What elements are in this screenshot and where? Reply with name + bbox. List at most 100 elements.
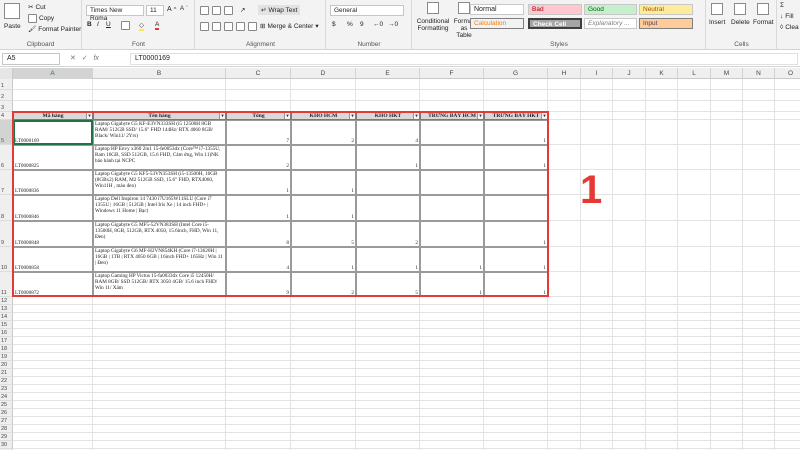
format-button[interactable]: Format	[753, 3, 774, 26]
clear-button[interactable]: ◊ Clea	[780, 24, 799, 31]
align-center-button[interactable]	[212, 22, 221, 31]
style-good[interactable]: Good	[584, 4, 637, 15]
row-header-3[interactable]: 3	[0, 101, 13, 112]
cells-area[interactable]: Mã hàng ▾ Tên hàng ▾ Tổng ▾ KHO HCM ▾ KHO HKT ▾ TR…	[12, 79, 800, 450]
table-cell-kho-hkt[interactable]: 1	[356, 247, 420, 272]
grow-font-button[interactable]: A ^	[167, 6, 176, 13]
style-neutral[interactable]: Neutral	[639, 4, 693, 15]
number-format-select[interactable]: General	[330, 5, 404, 16]
insert-button[interactable]: Insert	[709, 3, 725, 26]
column-header-f[interactable]: F	[420, 68, 484, 79]
table-cell-total[interactable]: 1	[226, 195, 291, 221]
font-color-button[interactable]: A	[155, 21, 160, 30]
row-header-13[interactable]: 13	[0, 305, 13, 313]
filter-dropdown-icon[interactable]: ▾	[349, 113, 355, 119]
borders-button[interactable]	[121, 21, 130, 30]
table-cell-total[interactable]: 8	[226, 221, 291, 247]
row-header-15[interactable]: 15	[0, 321, 13, 329]
table-cell-kho-hcm[interactable]: 5	[291, 221, 356, 247]
table-cell-code[interactable]: LT0000848	[13, 221, 93, 247]
filter-dropdown-icon[interactable]: ▾	[413, 113, 419, 119]
table-cell-code[interactable]: LT0000858	[13, 247, 93, 272]
column-header-b[interactable]: B	[93, 68, 226, 79]
row-header-20[interactable]: 20	[0, 361, 13, 369]
row-header-30[interactable]: 30	[0, 441, 13, 449]
align-right-button[interactable]	[224, 22, 233, 31]
style-bad[interactable]: Bad	[528, 4, 582, 15]
row-header-25[interactable]: 25	[0, 401, 13, 409]
cancel-icon[interactable]: ✕	[70, 55, 76, 62]
italic-button[interactable]: I	[97, 21, 99, 28]
align-top-button[interactable]	[200, 6, 209, 15]
column-header-n[interactable]: N	[743, 68, 775, 79]
table-cell-kho-hcm[interactable]	[291, 145, 356, 170]
row-header-2[interactable]: 2	[0, 90, 13, 101]
row-header-9[interactable]: 9	[0, 221, 13, 247]
table-cell-name[interactable]: Laptop HP Envy x360 2in1 15-fe0053dx (Co…	[93, 145, 226, 170]
table-cell-tb-hcm[interactable]	[420, 195, 484, 221]
comma-button[interactable]: 9	[360, 21, 364, 28]
style-explanatory[interactable]: Explanatory ...	[584, 18, 637, 29]
table-cell-kho-hkt[interactable]	[356, 170, 420, 195]
column-header-k[interactable]: K	[646, 68, 678, 79]
row-header-16[interactable]: 16	[0, 329, 13, 337]
underline-button[interactable]: U	[106, 21, 111, 28]
column-header-h[interactable]: H	[548, 68, 581, 79]
table-cell-kho-hkt[interactable]: 4	[356, 120, 420, 145]
row-header-10[interactable]: 10	[0, 247, 13, 272]
paste-button[interactable]: Paste	[4, 3, 21, 30]
row-header-14[interactable]: 14	[0, 313, 13, 321]
orientation-button[interactable]: ↗	[240, 6, 245, 14]
row-header-11[interactable]: 11	[0, 272, 13, 297]
row-header-23[interactable]: 23	[0, 385, 13, 393]
name-box[interactable]: A5	[2, 53, 60, 65]
table-cell-tb-hkt[interactable]: 1	[484, 272, 548, 297]
table-cell-tb-hkt[interactable]: 1	[484, 120, 548, 145]
table-cell-tb-hcm[interactable]	[420, 170, 484, 195]
font-family-select[interactable]: Times New Roma	[86, 5, 144, 22]
table-cell-code[interactable]: LT0000169	[13, 120, 93, 145]
fx-icon[interactable]: fx	[93, 55, 98, 62]
table-cell-code[interactable]: LT0000836	[13, 170, 93, 195]
table-cell-kho-hcm[interactable]: 2	[291, 120, 356, 145]
decrease-decimal-button[interactable]: →0	[388, 21, 398, 28]
style-check-cell[interactable]: Check Cell	[528, 18, 582, 29]
filter-dropdown-icon[interactable]: ▾	[219, 113, 225, 119]
format-painter-button[interactable]: 🖌 Format Painter	[28, 25, 81, 34]
column-header-o[interactable]: O	[775, 68, 800, 79]
table-cell-kho-hcm[interactable]: 2	[291, 272, 356, 297]
fill-button[interactable]: ↓ Fill	[780, 13, 794, 20]
column-header-g[interactable]: G	[484, 68, 548, 79]
row-header-21[interactable]: 21	[0, 369, 13, 377]
row-header-7[interactable]: 7	[0, 170, 13, 195]
table-cell-tb-hcm[interactable]	[420, 145, 484, 170]
row-header-12[interactable]: 12	[0, 297, 13, 305]
row-header-28[interactable]: 28	[0, 425, 13, 433]
column-header-e[interactable]: E	[356, 68, 420, 79]
table-cell-name[interactable]: Laptop Gigabyte G5 KF-E3VN333SH (i5 1250…	[93, 120, 226, 145]
table-cell-name[interactable]: Laptop Gigabyte G5 KF5-53VN353SH (i5-135…	[93, 170, 226, 195]
table-cell-total[interactable]: 4	[226, 247, 291, 272]
percent-button[interactable]: %	[347, 21, 353, 28]
column-header-i[interactable]: I	[581, 68, 613, 79]
table-cell-total[interactable]: 7	[226, 120, 291, 145]
column-header-a[interactable]: A	[13, 68, 93, 79]
align-left-button[interactable]	[200, 22, 209, 31]
table-cell-kho-hkt[interactable]: 1	[356, 145, 420, 170]
table-cell-name[interactable]: Laptop Gaming HP Victus 15-fa0033dx Core…	[93, 272, 226, 297]
enter-icon[interactable]: ✓	[82, 55, 88, 62]
increase-decimal-button[interactable]: ←0	[373, 21, 383, 28]
table-cell-tb-hcm[interactable]	[420, 221, 484, 247]
filter-dropdown-icon[interactable]: ▾	[477, 113, 483, 119]
merge-center-button[interactable]: ⊞ Merge & Center ▾	[260, 22, 319, 31]
table-cell-total[interactable]: 2	[226, 145, 291, 170]
table-cell-kho-hcm[interactable]: 1	[291, 195, 356, 221]
increase-indent-button[interactable]	[248, 22, 257, 31]
table-cell-kho-hkt[interactable]: 5	[356, 272, 420, 297]
table-cell-tb-hkt[interactable]	[484, 170, 548, 195]
table-cell-tb-hcm[interactable]: 1	[420, 247, 484, 272]
table-cell-code[interactable]: LT0000825	[13, 145, 93, 170]
delete-button[interactable]: Delete	[731, 3, 750, 26]
table-cell-name[interactable]: Laptop Dell Inspiron 14 7430 i7U165W11SL…	[93, 195, 226, 221]
row-header-22[interactable]: 22	[0, 377, 13, 385]
